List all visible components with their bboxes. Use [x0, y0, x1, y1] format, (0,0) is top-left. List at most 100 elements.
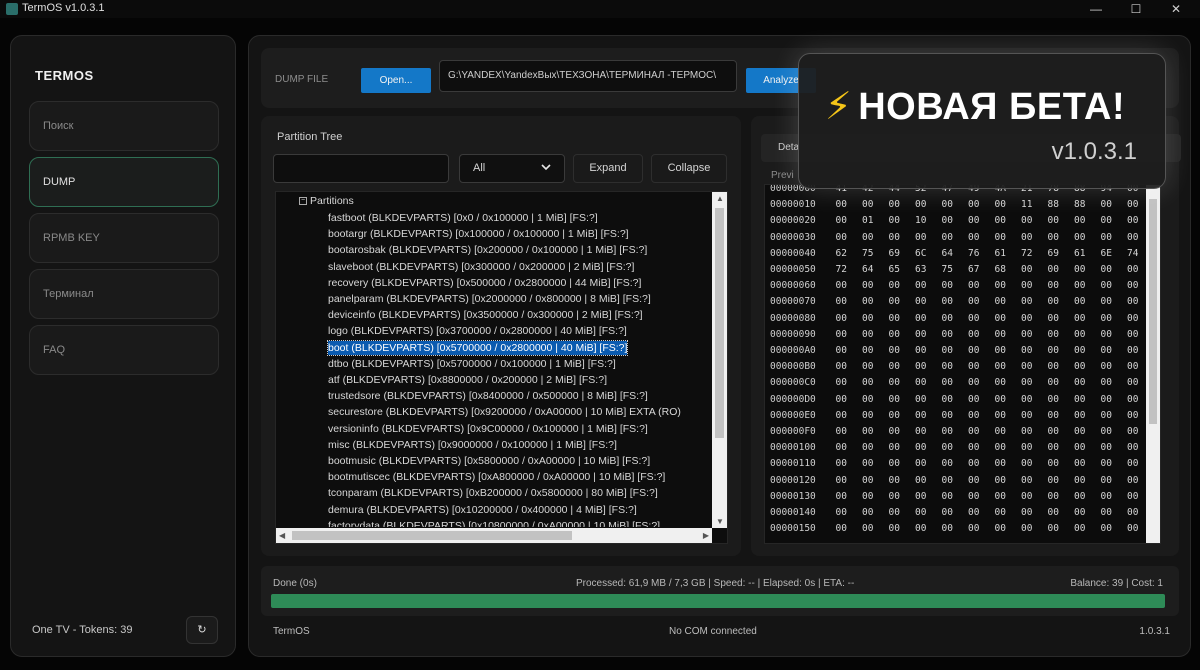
hex-byte: 00 — [835, 215, 847, 227]
tree-root[interactable]: − Partitions — [299, 195, 354, 207]
tree-item[interactable]: boot (BLKDEVPARTS) [0x5700000 / 0x280000… — [326, 339, 629, 356]
expand-button[interactable]: Expand — [573, 154, 643, 183]
tree-scroll-thumb[interactable] — [715, 208, 724, 438]
tree-hscroll-thumb[interactable] — [292, 531, 572, 540]
banner-headline-row: ⚡ НОВАЯ БЕТА! — [825, 84, 1125, 129]
hex-byte: 00 — [915, 426, 927, 437]
tree-item[interactable]: bootargr (BLKDEVPARTS) [0x100000 / 0x100… — [328, 227, 629, 241]
hex-address: 00000030 — [770, 231, 816, 243]
hex-byte: 00 — [1074, 328, 1086, 340]
tokens-label: One TV - Tokens: 39 — [32, 624, 133, 636]
hex-row: 000000E0 00 00 00 00 00 00 00 00 00 00 00 00 — [770, 410, 1146, 426]
hex-byte: 00 — [1074, 377, 1086, 389]
hex-byte: 00 — [835, 442, 847, 454]
hex-byte: 00 — [862, 199, 874, 211]
hex-byte: 00 — [941, 507, 953, 518]
collapse-button[interactable]: Collapse — [651, 154, 727, 183]
partition-tree-title: Partition Tree — [277, 131, 343, 143]
tree-item[interactable]: trustedsore (BLKDEVPARTS) [0x8400000 / 0… — [328, 389, 648, 403]
hex-byte: 61 — [994, 247, 1006, 259]
partition-tree[interactable]: − Partitions fastboot (BLKDEVPARTS) [0x0 … — [275, 191, 728, 544]
tree-vertical-scrollbar[interactable]: ▲ ▼ — [712, 192, 727, 528]
tree-item[interactable]: dtbo (BLKDEVPARTS) [0x5700000 / 0x100000… — [328, 357, 616, 371]
scroll-down-icon[interactable]: ▼ — [716, 517, 724, 526]
scroll-left-icon[interactable]: ◀ — [279, 531, 285, 540]
hex-byte: 00 — [862, 507, 874, 518]
tree-item[interactable]: slaveboot (BLKDEVPARTS) [0x300000 / 0x20… — [328, 260, 634, 274]
hex-row: 000000F0 00 00 00 00 00 00 00 00 00 00 00 00 — [770, 426, 1146, 442]
tree-item[interactable]: bootarosbak (BLKDEVPARTS) [0x200000 / 0x… — [328, 243, 647, 257]
hex-byte: 75 — [941, 264, 953, 275]
hex-byte: 65 — [888, 264, 900, 275]
tree-item[interactable]: factorydata (BLKDEVPARTS) [0x10800000 / … — [328, 519, 660, 527]
hex-byte: 00 — [888, 328, 900, 340]
hex-byte: 00 — [835, 426, 847, 437]
hex-byte: 00 — [994, 215, 1006, 227]
tree-filter-input[interactable] — [273, 154, 449, 183]
nav-terminal[interactable]: Терминал — [29, 269, 219, 319]
scroll-up-icon[interactable]: ▲ — [716, 194, 724, 203]
maximize-button[interactable]: ☐ — [1128, 1, 1144, 17]
hex-byte: 00 — [862, 345, 874, 356]
hex-address: 000000D0 — [770, 393, 816, 405]
tree-item[interactable]: misc (BLKDEVPARTS) [0x9000000 / 0x100000… — [328, 438, 617, 452]
hex-vertical-scrollbar[interactable] — [1146, 185, 1160, 543]
tree-item[interactable]: bootmusic (BLKDEVPARTS) [0x5800000 / 0xA… — [328, 454, 650, 468]
tree-item[interactable]: panelparam (BLKDEVPARTS) [0x2000000 / 0x… — [328, 292, 651, 306]
nav-rpmb-key[interactable]: RPMB KEY — [29, 213, 219, 263]
hex-byte: 00 — [1021, 231, 1033, 243]
hex-byte: 00 — [1100, 393, 1112, 405]
hex-scroll-thumb[interactable] — [1149, 199, 1157, 424]
tree-item[interactable]: recovery (BLKDEVPARTS) [0x500000 / 0x280… — [328, 276, 641, 290]
hex-byte: 00 — [862, 442, 874, 454]
tree-item[interactable]: bootmutiscec (BLKDEVPARTS) [0xA800000 / … — [328, 470, 665, 484]
hex-byte: 00 — [888, 458, 900, 470]
hex-row: 00000150 00 00 00 00 00 00 00 00 00 00 00 00 — [770, 523, 1146, 539]
tree-item[interactable]: atf (BLKDEVPARTS) [0x8800000 / 0x200000 … — [328, 373, 607, 387]
hex-address: 00000060 — [770, 280, 816, 292]
hex-byte: 62 — [835, 247, 847, 259]
tree-item[interactable]: demura (BLKDEVPARTS) [0x10200000 / 0x400… — [328, 503, 637, 517]
hex-byte: 00 — [1100, 215, 1112, 227]
collapse-toggle-icon[interactable]: − — [299, 197, 307, 206]
hex-byte: 00 — [915, 231, 927, 243]
hex-byte: 00 — [1074, 490, 1086, 502]
close-button[interactable]: ✕ — [1168, 1, 1184, 17]
tree-horizontal-scrollbar[interactable]: ◀ ▶ — [276, 528, 712, 543]
type-select[interactable]: All — [459, 154, 565, 183]
hex-byte: 00 — [1100, 377, 1112, 389]
scroll-right-icon[interactable]: ▶ — [703, 531, 709, 540]
hex-byte: 00 — [941, 426, 953, 437]
hex-row: 000000D0 00 00 00 00 00 00 00 00 00 00 00 00 — [770, 394, 1146, 410]
hex-byte: 00 — [862, 377, 874, 389]
hex-byte: 00 — [1127, 264, 1139, 275]
hex-byte: 00 — [915, 377, 927, 389]
hex-row: 000000B0 00 00 00 00 00 00 00 00 00 00 00 00 — [770, 361, 1146, 377]
nav-search[interactable]: Поиск — [29, 101, 219, 151]
hex-address: 00000080 — [770, 312, 816, 324]
hex-byte: 00 — [941, 377, 953, 389]
tab-details[interactable]: Deta — [778, 142, 799, 153]
tree-item[interactable]: logo (BLKDEVPARTS) [0x3700000 / 0x280000… — [328, 324, 627, 338]
dump-path-field[interactable]: G:\YANDEX\YandexВыx\ТЕХЗОНА\ТЕРМИНАЛ -ТЕ… — [439, 60, 737, 92]
hex-row: 00000090 00 00 00 00 00 00 00 00 00 00 00 00 — [770, 329, 1146, 345]
open-button[interactable]: Open... — [361, 68, 431, 93]
tree-item[interactable]: securestore (BLKDEVPARTS) [0x9200000 / 0… — [328, 405, 681, 419]
hex-byte: 00 — [915, 507, 927, 518]
tree-item[interactable]: tconparam (BLKDEVPARTS) [0xB200000 / 0x5… — [328, 486, 658, 500]
refresh-button[interactable]: ↻ — [186, 616, 218, 644]
nav-dump[interactable]: DUMP — [29, 157, 219, 207]
hex-byte: 00 — [994, 296, 1006, 308]
tree-item[interactable]: versioninfo (BLKDEVPARTS) [0x9C00000 / 0… — [328, 422, 648, 436]
hex-byte: 00 — [888, 199, 900, 211]
nav-faq[interactable]: FAQ — [29, 325, 219, 375]
hex-byte: 00 — [941, 442, 953, 454]
hex-view[interactable]: 00000150 00 00 00 00 00 00 00 00 00 00 00 00 00000140… — [764, 184, 1161, 544]
hex-byte: 00 — [888, 231, 900, 243]
hex-byte: 00 — [994, 199, 1006, 211]
hex-byte: 00 — [941, 280, 953, 292]
tree-item[interactable]: deviceinfo (BLKDEVPARTS) [0x3500000 / 0x… — [328, 308, 643, 322]
hex-byte: 00 — [1127, 296, 1139, 308]
minimize-button[interactable]: — — [1088, 1, 1104, 17]
tree-item[interactable]: fastboot (BLKDEVPARTS) [0x0 / 0x100000 |… — [328, 211, 598, 225]
